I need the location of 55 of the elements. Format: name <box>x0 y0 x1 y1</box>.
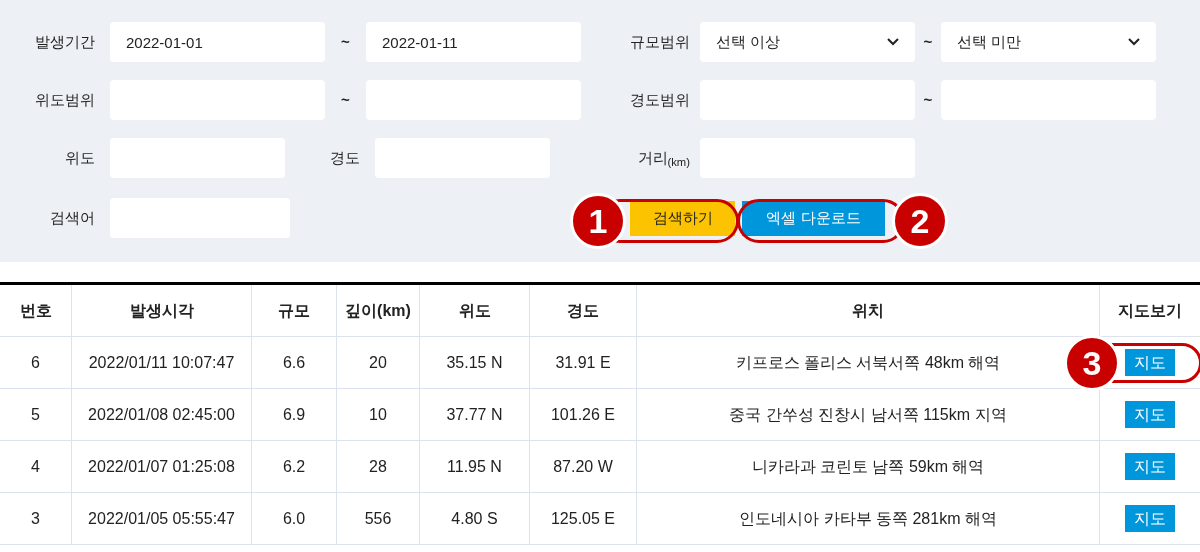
table-cell-text: 4.80 S <box>451 508 498 529</box>
table-cell-text: 인도네시아 카타부 동쪽 281km 해역 <box>739 508 997 529</box>
table-cell-text: 31.91 E <box>555 352 611 373</box>
table-cell-text: 중국 간쑤성 진창시 남서쪽 115km 지역 <box>729 404 1007 425</box>
table-cell-text: 87.20 W <box>553 456 613 477</box>
table-cell-text: 10 <box>369 404 387 425</box>
column-header: 규모 <box>252 285 337 336</box>
field-label: 검색어 <box>49 207 95 228</box>
column-header: 깊이(km) <box>337 285 420 336</box>
column-header: 번호 <box>0 285 72 336</box>
table-cell-text: 2022/01/08 02:45:00 <box>88 404 235 425</box>
range-separator: ~ <box>922 89 934 110</box>
table-cell-text: 6.0 <box>282 508 306 529</box>
field-label: 위도범위 <box>34 89 95 110</box>
input-field[interactable]: 2022-01-01 <box>110 22 325 62</box>
table-cell-text: 키프로스 폴리스 서북서쪽 48km 해역 <box>735 352 1001 373</box>
table-cell-text: 2022/01/07 01:25:08 <box>88 456 235 477</box>
table-cell-text: 6.2 <box>282 456 306 477</box>
table-cell-text: 5 <box>31 404 40 425</box>
search-button[interactable]: 검색하기 <box>630 200 735 236</box>
range-separator: ~ <box>340 89 351 110</box>
column-header: 지도보기 <box>1117 300 1183 321</box>
table-cell-text: 35.15 N <box>446 352 503 373</box>
column-header: 경도 <box>530 285 637 336</box>
range-separator: ~ <box>922 31 934 52</box>
table-cell-text: 4 <box>31 456 40 477</box>
dropdown[interactable]: 선택 이상 <box>700 22 915 62</box>
table-cell-text: 3 <box>31 508 40 529</box>
table-cell-text: 556 <box>364 508 392 529</box>
dropdown[interactable]: 선택 미만 <box>941 22 1156 62</box>
range-separator: ~ <box>340 31 351 52</box>
table-cell-text: 6.6 <box>282 352 306 373</box>
field-label: 경도 <box>329 147 360 168</box>
table-cell-text: 28 <box>369 456 387 477</box>
field-label: 위도 <box>64 147 95 168</box>
column-header: 발생시각 <box>72 285 252 336</box>
field-label: 발생기간 <box>34 31 95 52</box>
table-cell-text: 37.77 N <box>446 404 503 425</box>
table-cell-text: 101.26 E <box>550 404 616 425</box>
field-label: 규모범위 <box>629 31 690 52</box>
table-cell-text: 6 <box>31 352 40 373</box>
table-cell-text: 11.95 N <box>447 456 502 477</box>
field-label: 경도범위 <box>629 89 690 110</box>
chevron-down-icon <box>1128 38 1140 46</box>
table-cell-text: 6.9 <box>282 404 306 425</box>
table-cell-text: 2022/01/05 05:55:47 <box>88 508 235 529</box>
field-label: 거리$_{(km)}$ <box>636 147 690 170</box>
table-cell-text: 니카라과 코린토 남쪽 59km 해역 <box>751 456 985 477</box>
callout-number: 3 <box>1064 335 1120 391</box>
input-field[interactable]: 2022-01-11 <box>366 22 581 62</box>
table-cell-text: 2022/01/11 10:07:47 <box>88 352 235 373</box>
column-header: 위도 <box>420 285 530 336</box>
table-cell-text: 20 <box>369 352 387 373</box>
table-cell-text: 125.05 E <box>550 508 616 529</box>
chevron-down-icon <box>887 38 899 46</box>
